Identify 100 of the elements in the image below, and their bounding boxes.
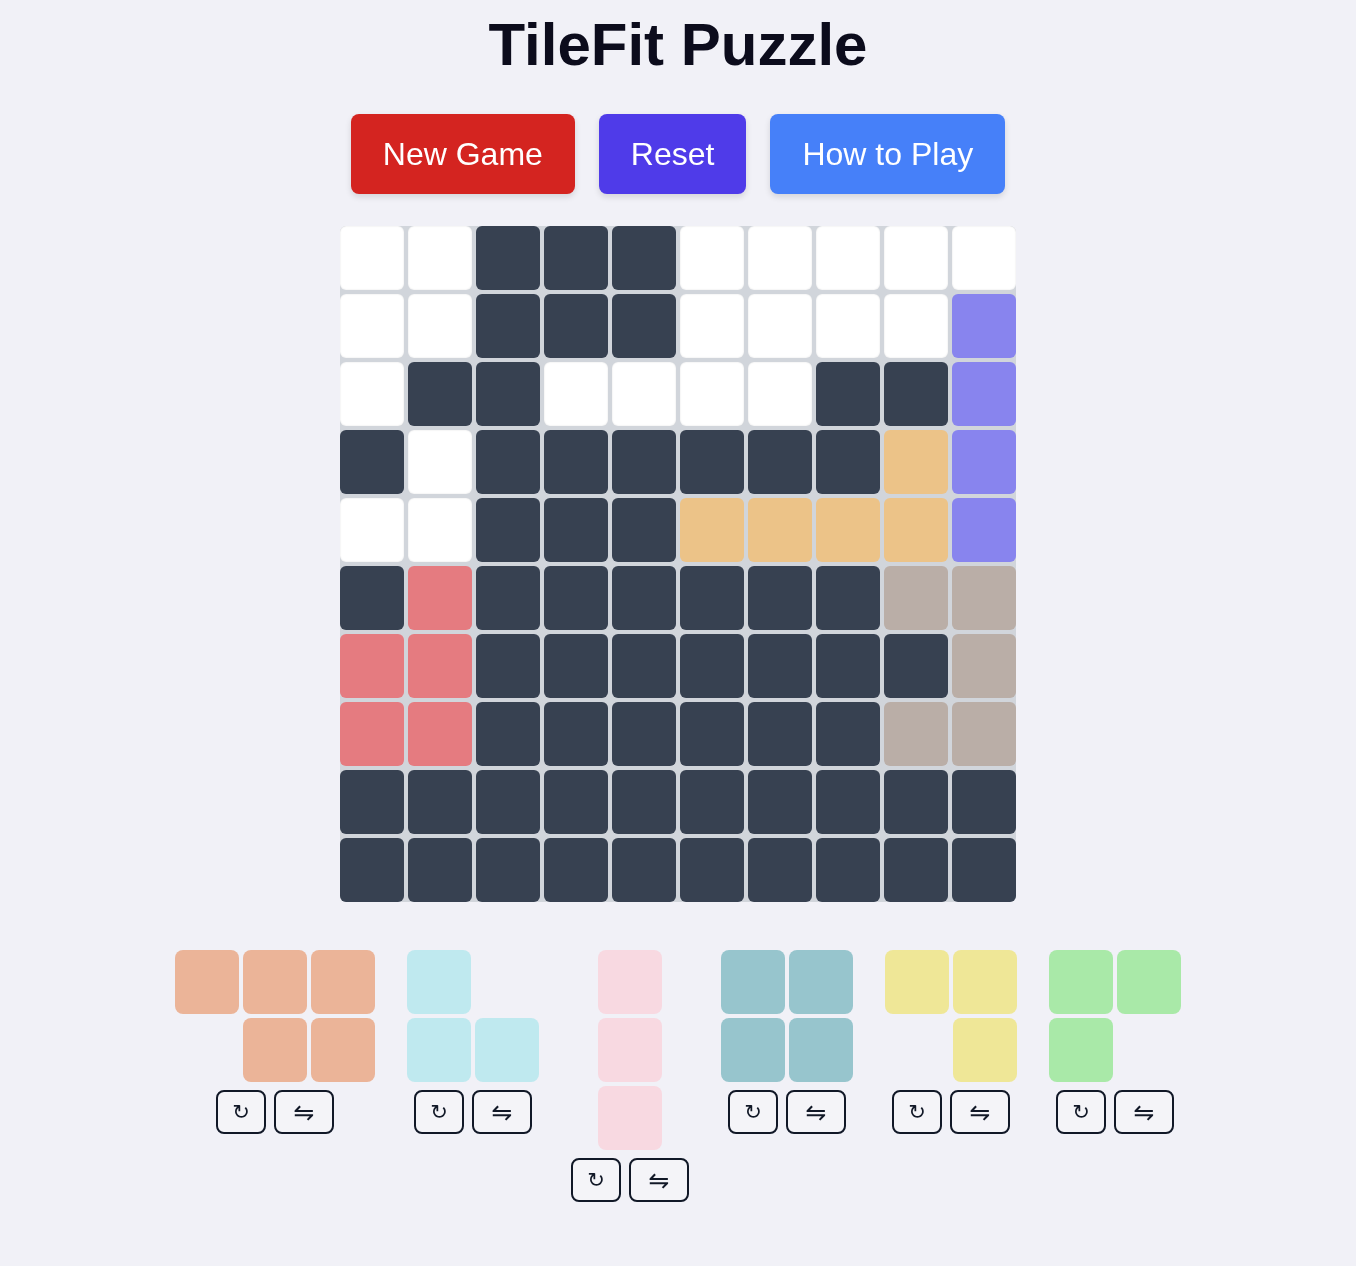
piece-tile[interactable] [953, 1018, 1017, 1082]
piece-tile[interactable] [953, 950, 1017, 1014]
piece-tile[interactable] [1049, 1018, 1113, 1082]
empty-board-cell [680, 226, 744, 290]
piece-tile[interactable] [311, 950, 375, 1014]
blocked-board-cell [748, 634, 812, 698]
flip-button[interactable]: ⇋ [629, 1158, 689, 1202]
piece-tile[interactable] [598, 1018, 662, 1082]
blocked-board-cell [748, 838, 812, 902]
blocked-board-cell [680, 838, 744, 902]
blocked-board-cell [544, 634, 608, 698]
empty-board-cell [816, 294, 880, 358]
blocked-board-cell [748, 566, 812, 630]
flip-button[interactable]: ⇋ [472, 1090, 532, 1134]
piece-tile[interactable] [407, 950, 471, 1014]
blocked-board-cell [544, 566, 608, 630]
blocked-board-cell [340, 770, 404, 834]
piece-tile[interactable] [175, 950, 239, 1014]
blocked-board-cell [544, 226, 608, 290]
blocked-board-cell [476, 362, 540, 426]
blocked-board-cell [544, 430, 608, 494]
blocked-board-cell [952, 838, 1016, 902]
piece-tile[interactable] [243, 950, 307, 1014]
piece-tile[interactable] [721, 950, 785, 1014]
blocked-board-cell [612, 294, 676, 358]
blocked-board-cell [816, 362, 880, 426]
piece-tile[interactable] [1049, 950, 1113, 1014]
blocked-board-cell [408, 838, 472, 902]
flip-button[interactable]: ⇋ [274, 1090, 334, 1134]
empty-board-cell [884, 226, 948, 290]
blocked-board-cell [816, 634, 880, 698]
piece-tile[interactable] [598, 1086, 662, 1150]
flip-button[interactable]: ⇋ [1114, 1090, 1174, 1134]
reset-button[interactable]: Reset [598, 114, 747, 194]
rotate-button[interactable]: ↻ [728, 1090, 778, 1134]
flip-button[interactable]: ⇋ [950, 1090, 1010, 1134]
rotate-button[interactable]: ↻ [571, 1158, 621, 1202]
blocked-board-cell [340, 838, 404, 902]
empty-board-cell [408, 498, 472, 562]
piece-tile[interactable] [475, 1018, 539, 1082]
blocked-board-cell [476, 770, 540, 834]
blocked-board-cell [476, 226, 540, 290]
flip-button[interactable]: ⇋ [786, 1090, 846, 1134]
empty-board-cell [340, 362, 404, 426]
blocked-board-cell [612, 634, 676, 698]
piece-tile[interactable] [789, 1018, 853, 1082]
blocked-board-cell [340, 430, 404, 494]
empty-board-cell [340, 294, 404, 358]
piece-tile[interactable] [789, 950, 853, 1014]
rotate-button[interactable]: ↻ [1056, 1090, 1106, 1134]
rotate-button[interactable]: ↻ [414, 1090, 464, 1134]
blocked-board-cell [408, 770, 472, 834]
blocked-board-cell [884, 362, 948, 426]
page-title: TileFit Puzzle [488, 10, 868, 80]
empty-board-cell [408, 226, 472, 290]
blocked-board-cell [612, 566, 676, 630]
blocked-board-cell [544, 838, 608, 902]
piece-tile[interactable] [721, 1018, 785, 1082]
blocked-board-cell [544, 770, 608, 834]
piece-tile[interactable] [243, 1018, 307, 1082]
blocked-board-cell [748, 430, 812, 494]
piece-tile[interactable] [885, 950, 949, 1014]
blocked-board-cell [612, 838, 676, 902]
empty-board-cell [748, 294, 812, 358]
empty-board-cell [340, 226, 404, 290]
piece-tile[interactable] [1117, 950, 1181, 1014]
empty-board-cell [612, 362, 676, 426]
blocked-board-cell [476, 294, 540, 358]
blocked-board-cell [340, 566, 404, 630]
blocked-board-cell [476, 498, 540, 562]
empty-board-cell [748, 362, 812, 426]
blocked-board-cell [748, 770, 812, 834]
empty-board-cell [884, 294, 948, 358]
blocked-board-cell [476, 566, 540, 630]
how-to-play-button[interactable]: How to Play [770, 114, 1006, 194]
piece-tile[interactable] [598, 950, 662, 1014]
piece-tile[interactable] [311, 1018, 375, 1082]
blocked-board-cell [680, 634, 744, 698]
empty-board-cell [952, 226, 1016, 290]
blocked-board-cell [476, 430, 540, 494]
blocked-board-cell [680, 702, 744, 766]
rotate-button[interactable]: ↻ [892, 1090, 942, 1134]
blocked-board-cell [816, 770, 880, 834]
blocked-board-cell [612, 498, 676, 562]
blocked-board-cell [544, 294, 608, 358]
empty-board-cell [544, 362, 608, 426]
empty-board-cell [816, 226, 880, 290]
empty-board-cell [680, 294, 744, 358]
blocked-board-cell [680, 566, 744, 630]
blocked-board-cell [612, 430, 676, 494]
new-game-button[interactable]: New Game [350, 114, 575, 194]
empty-board-cell [340, 498, 404, 562]
piece-tile[interactable] [407, 1018, 471, 1082]
blocked-board-cell [612, 226, 676, 290]
blocked-board-cell [544, 702, 608, 766]
rotate-button[interactable]: ↻ [216, 1090, 266, 1134]
empty-board-cell [408, 430, 472, 494]
blocked-board-cell [476, 634, 540, 698]
blocked-board-cell [680, 430, 744, 494]
blocked-board-cell [816, 566, 880, 630]
